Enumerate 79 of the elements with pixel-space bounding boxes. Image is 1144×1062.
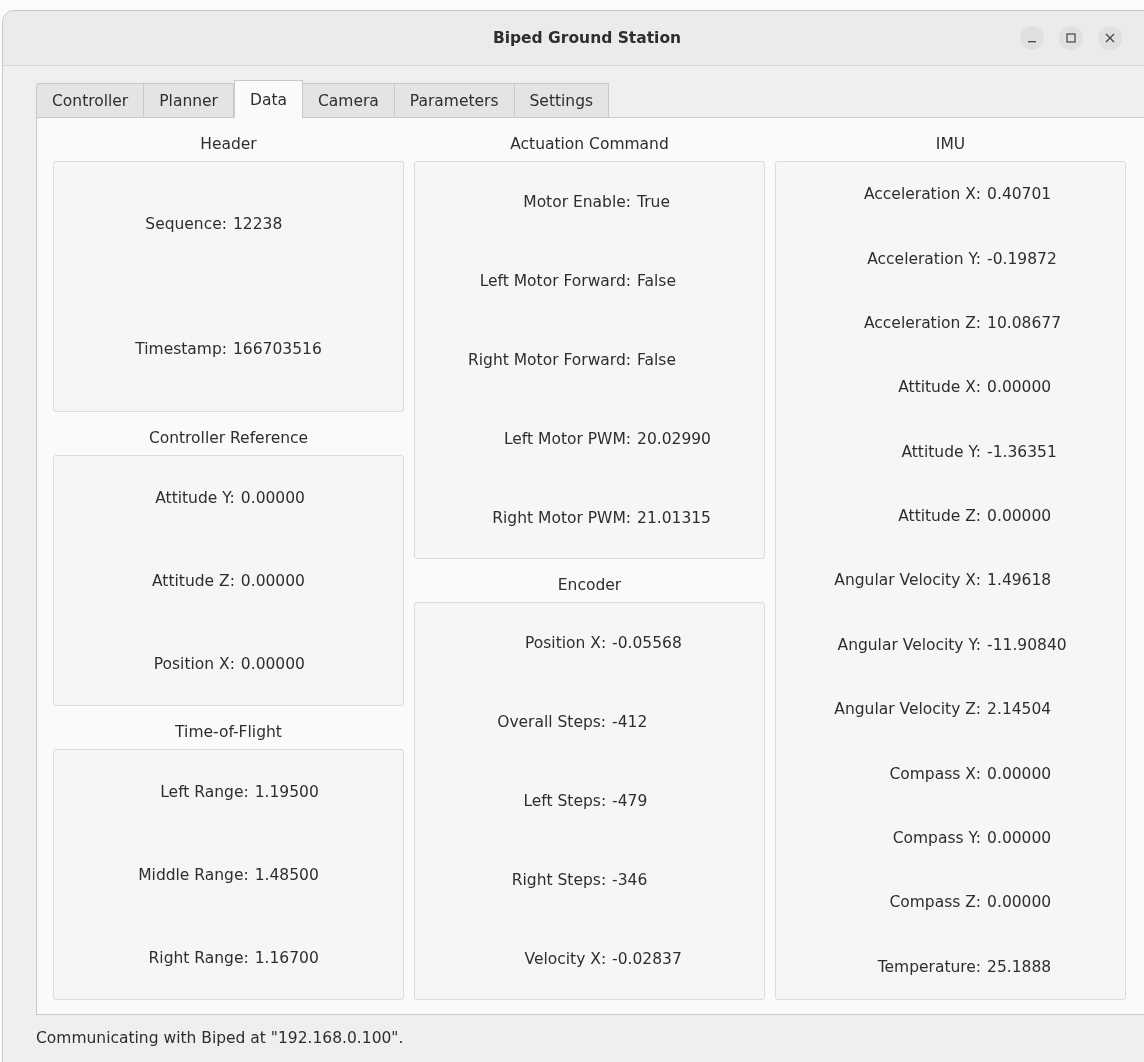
field-label: Compass Z: xyxy=(888,893,982,912)
tab[interactable]: Parameters xyxy=(394,83,515,117)
field-value: 0.00000 xyxy=(987,828,1053,847)
field-label: Sequence: xyxy=(144,215,227,234)
field-value: -11.90840 xyxy=(987,635,1067,654)
field-value: -412 xyxy=(612,712,649,731)
tab[interactable]: Camera xyxy=(303,83,395,117)
status-text: Communicating with Biped at "192.168.0.100". xyxy=(36,1029,404,1047)
group-title: Time-of-Flight xyxy=(175,722,282,741)
field-value: 0.00000 xyxy=(240,654,305,673)
field-label: Right Motor PWM: xyxy=(491,509,631,528)
field-value: 0.00000 xyxy=(987,507,1053,526)
close-icon[interactable] xyxy=(1098,26,1122,50)
field-value: 20.02990 xyxy=(637,430,711,449)
tab[interactable]: Data xyxy=(233,80,303,118)
field-value: False xyxy=(637,350,677,369)
field-label: Acceleration Y: xyxy=(866,249,982,268)
field-value: 1.19500 xyxy=(254,782,319,801)
field-value: 166703516 xyxy=(233,339,322,358)
field-value: 0.40701 xyxy=(987,185,1053,204)
field-value: -479 xyxy=(612,791,649,810)
field-value: 0.00000 xyxy=(987,378,1053,397)
field-value: True xyxy=(637,192,671,211)
field-value: 0.00000 xyxy=(987,893,1053,912)
field-label: Acceleration X: xyxy=(863,185,982,204)
field-label: Position X: xyxy=(152,654,235,673)
field-label: Angular Velocity Z: xyxy=(834,700,982,719)
field-label: Left Range: xyxy=(159,782,249,801)
field-label: Angular Velocity X: xyxy=(834,571,982,590)
field-label: Left Motor PWM: xyxy=(502,430,631,449)
minimize-icon[interactable] xyxy=(1020,26,1044,50)
field-label: Angular Velocity Y: xyxy=(836,635,982,654)
field-value: 2.14504 xyxy=(987,700,1053,719)
field-label: Attitude Y: xyxy=(154,488,235,507)
group-title: Encoder xyxy=(557,575,622,594)
field-label: Left Motor Forward: xyxy=(478,271,631,290)
field-label: Attitude X: xyxy=(897,378,982,397)
field-value: -346 xyxy=(612,871,649,890)
group-title: Header xyxy=(200,134,257,153)
field-label: Compass Y: xyxy=(891,828,982,847)
field-label: Timestamp: xyxy=(135,339,227,358)
field-value: -1.36351 xyxy=(987,442,1058,461)
tab[interactable]: Settings xyxy=(514,83,610,117)
field-label: Left Steps: xyxy=(522,791,607,810)
tab[interactable]: Planner xyxy=(144,83,234,117)
field-label: Motor Enable: xyxy=(522,192,631,211)
field-value: 25.1888 xyxy=(987,957,1053,976)
field-value: 0.00000 xyxy=(987,764,1053,783)
window-title: Biped Ground Station xyxy=(492,29,682,47)
field-label: Right Motor Forward: xyxy=(468,350,631,369)
group-title: Actuation Command xyxy=(510,134,669,153)
field-label: Temperature: xyxy=(876,957,982,976)
field-label: Middle Range: xyxy=(138,865,249,884)
field-value: 1.49618 xyxy=(987,571,1053,590)
group-title: Controller Reference xyxy=(148,428,309,447)
field-label: Compass X: xyxy=(888,764,982,783)
field-label: Overall Steps: xyxy=(497,712,607,731)
field-label: Position X: xyxy=(524,633,607,652)
field-value: 10.08677 xyxy=(987,313,1063,332)
field-value: 12238 xyxy=(233,215,284,234)
field-value: -0.19872 xyxy=(987,249,1058,268)
field-label: Attitude Y: xyxy=(900,442,982,461)
field-label: Right Range: xyxy=(147,948,249,967)
field-value: 21.01315 xyxy=(637,509,711,528)
field-value: -0.02837 xyxy=(612,950,682,969)
field-value: 1.16700 xyxy=(254,948,319,967)
field-value: -0.05568 xyxy=(612,633,682,652)
field-label: Right Steps: xyxy=(510,871,607,890)
field-label: Attitude Z: xyxy=(897,507,982,526)
field-value: False xyxy=(637,271,677,290)
group-title: IMU xyxy=(935,134,966,153)
field-value: 0.00000 xyxy=(240,571,305,590)
field-value: 0.00000 xyxy=(240,488,305,507)
field-label: Velocity X: xyxy=(523,950,607,969)
field-value: 1.48500 xyxy=(254,865,319,884)
field-label: Acceleration Z: xyxy=(863,313,982,332)
field-label: Attitude Z: xyxy=(152,571,235,590)
maximize-icon[interactable] xyxy=(1059,26,1083,50)
tab[interactable]: Controller xyxy=(36,83,145,117)
